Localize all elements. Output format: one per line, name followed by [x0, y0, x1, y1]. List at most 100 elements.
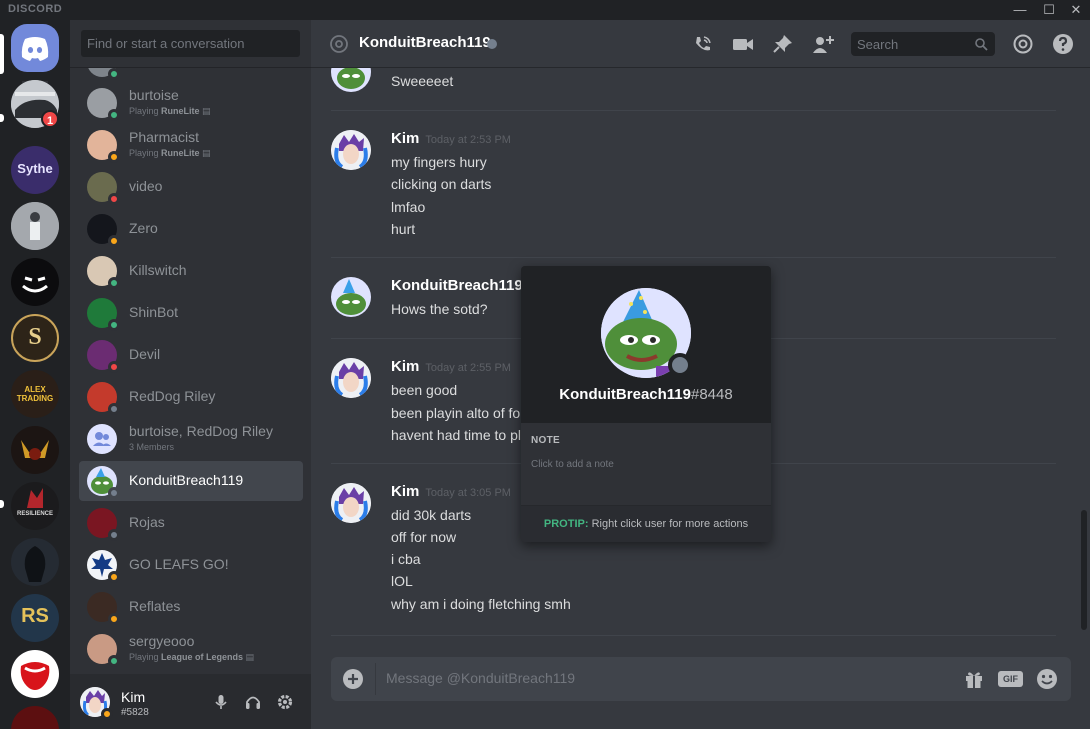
- user-discriminator: #5828: [121, 707, 149, 718]
- dm-list: burtoise Playing RuneLite ▤ Pharmacist P…: [70, 68, 311, 674]
- dm-item-pharmacist[interactable]: Pharmacist Playing RuneLite ▤: [79, 125, 303, 165]
- message-author[interactable]: Kim Today at 2:55 PM: [391, 358, 511, 375]
- message-author[interactable]: Kim Today at 2:53 PM: [391, 130, 511, 147]
- message-input[interactable]: Message @KonduitBreach119: [386, 670, 575, 686]
- message-divider: [331, 257, 1056, 258]
- server-viking[interactable]: [11, 426, 59, 474]
- dm-item-go-leafs-go[interactable]: GO LEAFS GO!: [79, 545, 303, 585]
- kim-avatar-icon: [331, 358, 371, 398]
- dm-activity: Playing RuneLite ▤: [129, 106, 211, 116]
- dm-activity: Playing RuneLite ▤: [129, 148, 211, 158]
- maximize-button[interactable]: ☐: [1035, 0, 1063, 20]
- dm-name: video: [129, 178, 163, 194]
- unread-indicator: [0, 500, 4, 508]
- server-rs[interactable]: RS: [11, 594, 59, 642]
- message-author[interactable]: Kim Today at 3:05 PM: [391, 483, 511, 500]
- home-button[interactable]: [11, 24, 59, 72]
- gif-button[interactable]: GIF: [998, 671, 1023, 687]
- mentions-icon[interactable]: [1011, 33, 1035, 55]
- help-icon[interactable]: [1051, 33, 1075, 55]
- dm-item-sergyeooo[interactable]: sergyeooo Playing League of Legends ▤: [79, 629, 303, 669]
- upload-plus-icon[interactable]: [343, 669, 363, 689]
- message-divider: [331, 110, 1056, 111]
- server-resilience[interactable]: RESILIENCE: [11, 482, 59, 530]
- dm-item-shinbot[interactable]: ShinBot: [79, 293, 303, 333]
- kim-avatar-icon: [331, 483, 371, 523]
- server-initials: RESILIENCE: [16, 511, 53, 517]
- message-author[interactable]: KonduitBreach119: [391, 277, 523, 294]
- video-call-icon[interactable]: [731, 33, 755, 55]
- hooded-figure-icon: [24, 546, 46, 582]
- note-label: NOTE: [531, 435, 560, 446]
- server-s[interactable]: S: [11, 314, 59, 362]
- server-alex-trading[interactable]: ALEX TRADING: [11, 370, 59, 418]
- message-text: havent had time to pl: [391, 427, 521, 443]
- dm-name: GO LEAFS GO!: [129, 556, 229, 572]
- voice-call-icon[interactable]: [691, 33, 715, 55]
- minimize-button[interactable]: —: [1006, 0, 1034, 20]
- message-text: clicking on darts: [391, 176, 492, 192]
- message-text: hurt: [391, 221, 416, 237]
- message-divider: [331, 635, 1056, 636]
- dm-item-konduitbreach119[interactable]: KonduitBreach119: [79, 461, 303, 501]
- dm-item-zero[interactable]: Zero: [79, 209, 303, 249]
- dm-item-video[interactable]: video: [79, 167, 303, 207]
- message-scrollbar[interactable]: [1080, 68, 1088, 657]
- gift-icon[interactable]: [964, 668, 984, 690]
- dm-name: burtoise: [129, 87, 179, 103]
- unread-indicator: [0, 114, 4, 122]
- chat-recipient-name: KonduitBreach119: [359, 34, 491, 51]
- author-avatar[interactable]: [331, 358, 371, 398]
- server-red[interactable]: [11, 706, 59, 729]
- message-text: been good: [391, 382, 458, 398]
- author-avatar[interactable]: [331, 277, 371, 317]
- kim-avatar-icon: [331, 130, 371, 170]
- dm-name: burtoise, RedDog Riley: [129, 423, 273, 439]
- close-button[interactable]: ✕: [1062, 0, 1090, 20]
- server-person[interactable]: [11, 202, 59, 250]
- dm-item-devil[interactable]: Devil: [79, 335, 303, 375]
- dm-name: ShinBot: [129, 304, 179, 320]
- scrollbar-thumb[interactable]: [1081, 510, 1087, 630]
- server-sythe[interactable]: Sythe: [11, 146, 59, 194]
- message-text: off for now: [391, 529, 457, 545]
- dm-item-group[interactable]: burtoise, RedDog Riley 3 Members: [79, 419, 303, 459]
- author-avatar[interactable]: [331, 68, 371, 92]
- grin-face-icon: [22, 276, 48, 293]
- dm-item-reflates[interactable]: Reflates: [79, 587, 303, 627]
- add-friend-icon[interactable]: [811, 33, 835, 55]
- dm-sidebar: Find or start a conversation burtoise Pl…: [70, 20, 311, 729]
- emoji-icon[interactable]: [1036, 668, 1058, 690]
- server-assassin[interactable]: [11, 538, 59, 586]
- dm-item-rojas[interactable]: Rojas: [79, 503, 303, 543]
- dm-item-burtoise[interactable]: burtoise Playing RuneLite ▤: [79, 83, 303, 123]
- author-avatar[interactable]: [331, 483, 371, 523]
- pin-icon[interactable]: [771, 33, 795, 55]
- message-composer[interactable]: Message @KonduitBreach119 GIF: [331, 657, 1071, 701]
- status-online-icon: [108, 655, 120, 667]
- header-search-input[interactable]: Search: [851, 32, 995, 56]
- microphone-icon[interactable]: [211, 692, 231, 712]
- message-timestamp: Today at 2:53 PM: [425, 134, 511, 146]
- at-sign-icon: [330, 35, 348, 53]
- server-initials: RS: [21, 605, 49, 627]
- server-rolling-stones[interactable]: [11, 650, 59, 698]
- headphones-icon[interactable]: [243, 692, 263, 712]
- status-online-icon: [108, 109, 120, 121]
- status-idle-icon: [101, 708, 113, 720]
- note-input[interactable]: Click to add a note: [531, 459, 614, 470]
- dm-item-killswitch[interactable]: Killswitch: [79, 251, 303, 291]
- composer-separator: [375, 663, 376, 695]
- discord-logo-icon: [21, 37, 49, 61]
- settings-gear-icon[interactable]: [275, 692, 295, 712]
- tongue-logo-icon: [20, 662, 50, 690]
- author-avatar[interactable]: [331, 130, 371, 170]
- dm-item[interactable]: [79, 68, 303, 82]
- find-conversation-input[interactable]: Find or start a conversation: [81, 30, 300, 57]
- user-popout: KonduitBreach119#8448 NOTE Click to add …: [521, 266, 771, 542]
- search-icon: [975, 38, 988, 51]
- server-dark-face[interactable]: [11, 258, 59, 306]
- message-text: did 30k darts: [391, 507, 472, 523]
- status-offline-icon: [668, 353, 692, 377]
- dm-item-reddog-riley[interactable]: RedDog Riley: [79, 377, 303, 417]
